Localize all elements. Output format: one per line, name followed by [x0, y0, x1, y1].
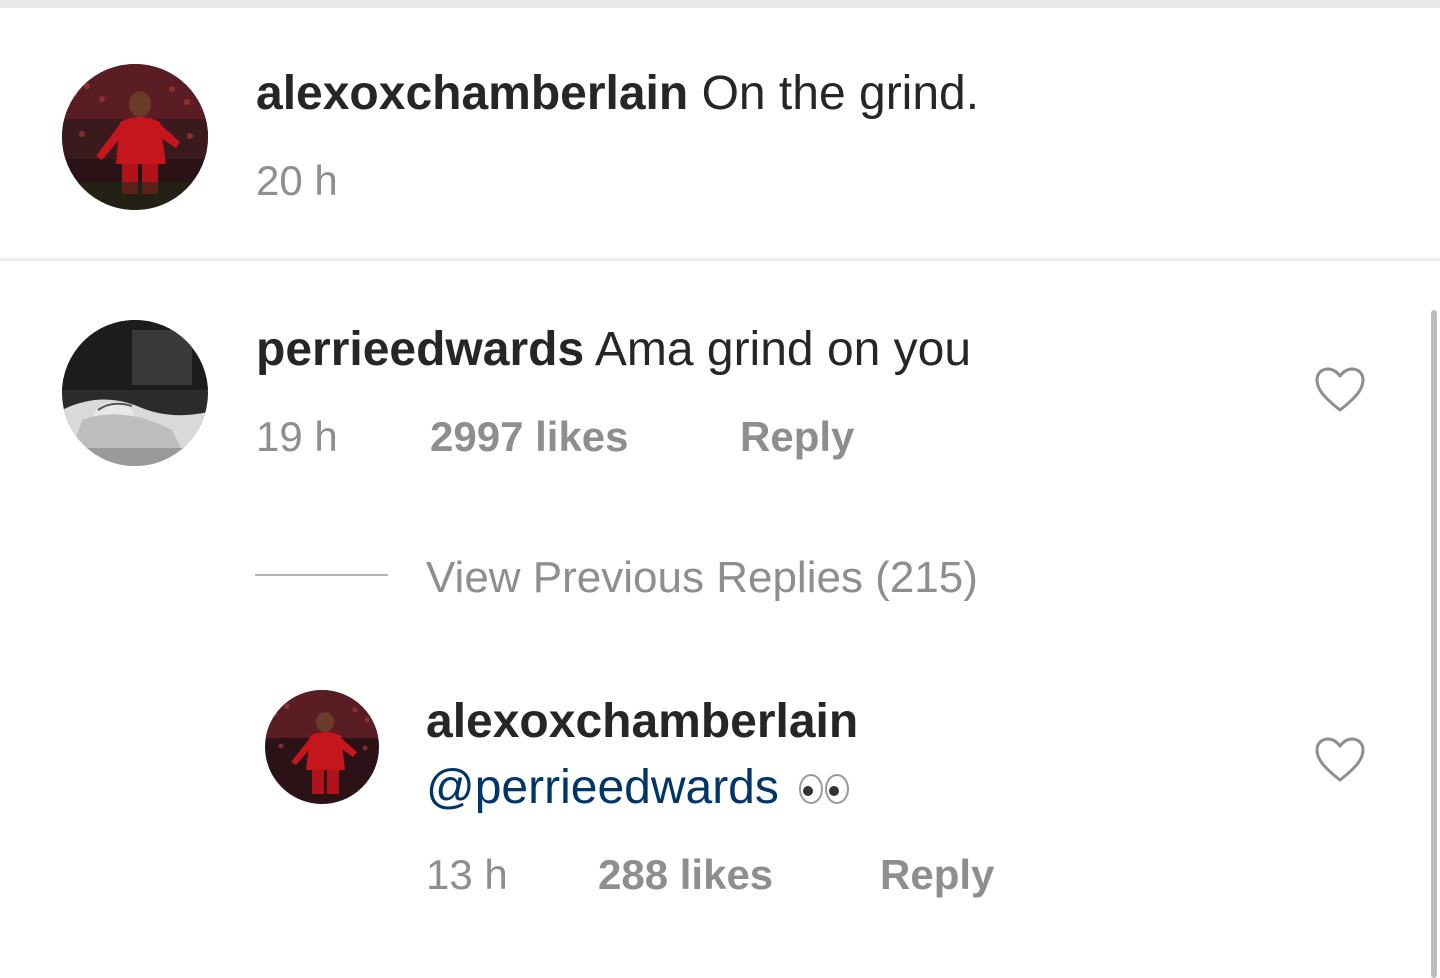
avatar-image [62, 64, 208, 210]
eyes-emoji-icon [797, 762, 853, 818]
reply-reply-button[interactable]: Reply [880, 850, 994, 900]
post-caption-section [0, 8, 1440, 258]
comment-likes[interactable]: 2997 likes [430, 412, 629, 462]
divider [0, 258, 1440, 261]
heart-outline-icon[interactable] [1314, 366, 1366, 414]
view-previous-replies-button[interactable]: View Previous Replies (215) [426, 553, 978, 603]
scrollbar[interactable] [1431, 310, 1437, 978]
reply-time[interactable]: 13 h [426, 850, 508, 900]
caption-text: On the grind. [701, 67, 980, 120]
avatar[interactable] [62, 320, 208, 466]
heart-outline-icon[interactable] [1314, 736, 1366, 784]
comment-username[interactable]: perrieedwards [256, 323, 584, 376]
view-replies-line [255, 574, 388, 576]
reply-username-line: alexoxchamberlain [426, 694, 858, 750]
comment-time[interactable]: 19 h [256, 412, 338, 462]
reply-mention[interactable]: @perrieedwards [426, 761, 779, 814]
avatar-image [265, 690, 379, 804]
reply-username[interactable]: alexoxchamberlain [426, 695, 858, 748]
comment-reply-button[interactable]: Reply [740, 412, 854, 462]
comment-text: Ama grind on you [594, 323, 972, 376]
avatar[interactable] [62, 64, 208, 210]
caption-username[interactable]: alexoxchamberlain [256, 67, 688, 120]
caption-line: alexoxchamberlain On the grind. [256, 66, 979, 122]
comment-line: perrieedwards Ama grind on you [256, 322, 971, 378]
avatar-image [62, 320, 208, 466]
reply-text-line: @perrieedwards [426, 760, 853, 818]
top-border [0, 0, 1440, 8]
avatar[interactable] [265, 690, 379, 804]
comments-panel: alexoxchamberlain On the grind. 20 h per… [0, 0, 1440, 978]
reply-likes[interactable]: 288 likes [598, 850, 773, 900]
caption-time[interactable]: 20 h [256, 156, 338, 206]
